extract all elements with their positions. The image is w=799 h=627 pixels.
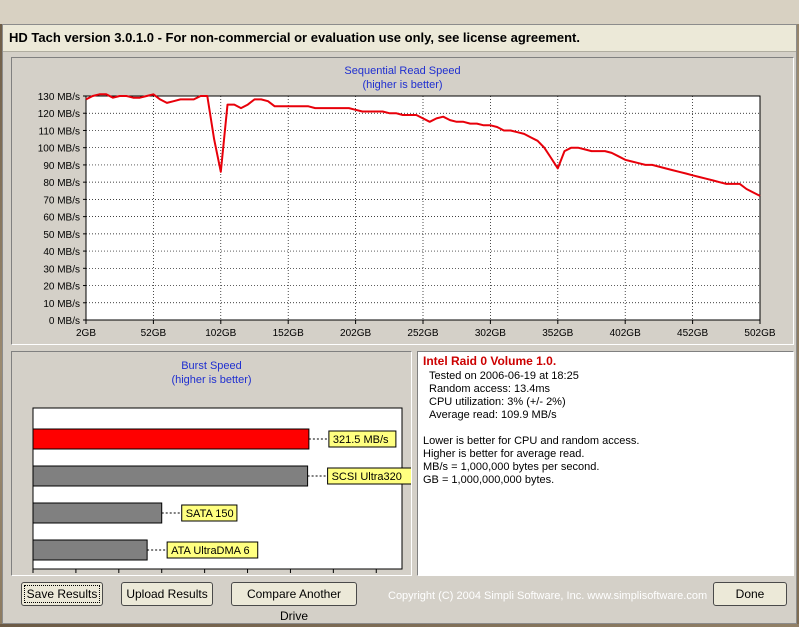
- burst-speed-panel: Burst Speed (higher is better) 050100150…: [11, 351, 412, 576]
- compare-drive-button[interactable]: Compare Another Drive: [231, 582, 357, 623]
- burst-bar-label: 321.5 MB/s: [333, 434, 389, 446]
- results-info-panel: Intel Raid 0 Volume 1.0. Tested on 2006-…: [417, 351, 794, 576]
- seq-y-tick-label: 70 MB/s: [43, 195, 80, 206]
- seq-x-tick-label: 352GB: [542, 328, 573, 339]
- seq-y-tick-label: 10 MB/s: [43, 299, 80, 310]
- seq-y-tick-label: 20 MB/s: [43, 282, 80, 293]
- burst-bar-label: SCSI Ultra320: [332, 471, 402, 483]
- seq-x-tick-label: 252GB: [407, 328, 438, 339]
- seq-x-tick-label: 452GB: [677, 328, 708, 339]
- burst-bar-label: ATA UltraDMA 6: [171, 545, 249, 557]
- copyright-text: Copyright (C) 2004 Simpli Software, Inc.…: [388, 590, 708, 602]
- seq-x-tick-label: 202GB: [340, 328, 371, 339]
- done-button[interactable]: Done: [713, 582, 787, 606]
- note-cpu: Lower is better for CPU and random acces…: [423, 435, 640, 447]
- seq-x-tick-label: 102GB: [205, 328, 236, 339]
- app-window: HD Tach version 3.0.1.0 - For non-commer…: [2, 24, 797, 624]
- average-read: Average read: 109.9 MB/s: [429, 409, 557, 421]
- seq-y-tick-label: 120 MB/s: [38, 109, 80, 120]
- seq-y-tick-label: 130 MB/s: [38, 92, 80, 103]
- upload-results-button[interactable]: Upload Results: [121, 582, 213, 606]
- save-results-button[interactable]: Save Results: [21, 582, 103, 606]
- seq-y-tick-label: 100 MB/s: [38, 144, 80, 155]
- seq-y-tick-label: 40 MB/s: [43, 247, 80, 258]
- burst-bar-label: SATA 150: [186, 508, 234, 520]
- note-gb: GB = 1,000,000,000 bytes.: [423, 474, 555, 486]
- seq-x-tick-label: 502GB: [744, 328, 775, 339]
- seq-x-tick-label: 302GB: [475, 328, 506, 339]
- tested-date: Tested on 2006-06-19 at 18:25: [429, 370, 579, 382]
- seq-y-tick-label: 0 MB/s: [49, 316, 80, 327]
- seq-y-tick-label: 50 MB/s: [43, 230, 80, 241]
- drive-name: Intel Raid 0 Volume 1.0.: [423, 354, 557, 368]
- seq-x-tick-label: 52GB: [141, 328, 167, 339]
- sequential-read-panel: Sequential Read Speed (higher is better)…: [11, 57, 794, 345]
- seq-y-tick-label: 80 MB/s: [43, 178, 80, 189]
- note-mbs: MB/s = 1,000,000 bytes per second.: [423, 461, 600, 473]
- sequential-read-chart: 0 MB/s 10 MB/s 20 MB/s 30 MB/s 40 MB/s 50 MB/…: [38, 92, 776, 339]
- seq-y-tick-label: 110 MB/s: [39, 126, 81, 137]
- background-strip: [0, 0, 799, 24]
- seq-x-tick-label: 2GB: [76, 328, 96, 339]
- window-title: HD Tach version 3.0.1.0 - For non-commer…: [9, 30, 580, 45]
- burst-bar: [32, 465, 309, 487]
- seq-x-tick-label: 402GB: [610, 328, 641, 339]
- note-average: Higher is better for average read.: [423, 448, 585, 460]
- title-bar: HD Tach version 3.0.1.0 - For non-commer…: [3, 25, 796, 52]
- burst-bar: [32, 539, 148, 561]
- burst-bar: [32, 502, 163, 524]
- burst-speed-chart: 050100150200250300350400321.5 MB/sSCSI U…: [32, 407, 411, 573]
- burst-bar: [32, 428, 310, 450]
- seq-y-tick-label: 60 MB/s: [43, 213, 80, 224]
- seq-x-tick-label: 152GB: [273, 328, 304, 339]
- random-access: Random access: 13.4ms: [429, 383, 551, 395]
- seq-y-tick-label: 90 MB/s: [43, 161, 80, 172]
- seq-y-tick-label: 30 MB/s: [43, 264, 80, 275]
- cpu-utilization: CPU utilization: 3% (+/- 2%): [429, 396, 566, 408]
